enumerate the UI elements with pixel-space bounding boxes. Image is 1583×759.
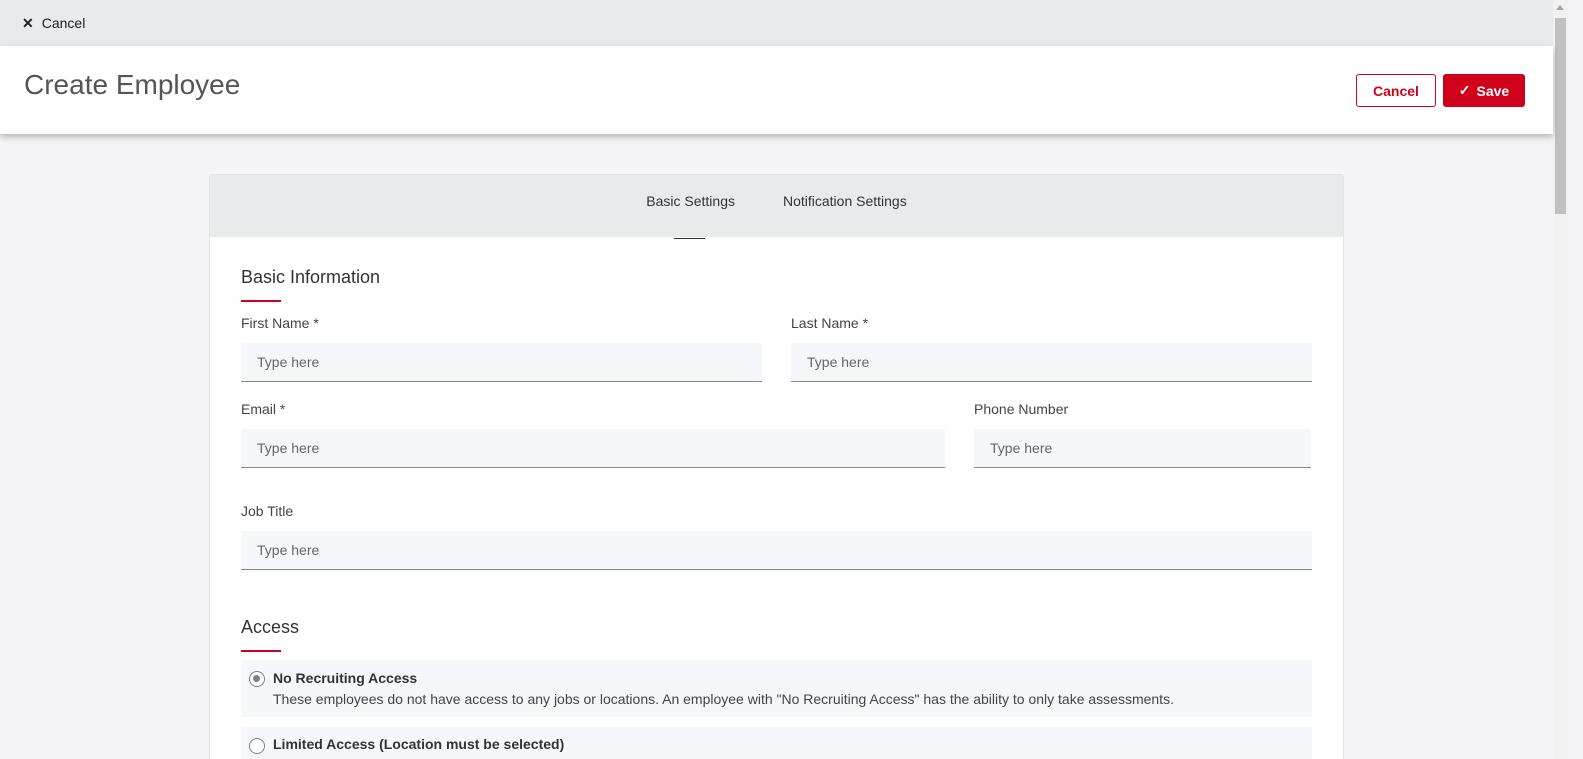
access-heading: Access — [241, 617, 300, 652]
scroll-up-arrow-icon[interactable] — [1556, 5, 1564, 10]
email-label: Email * — [241, 401, 286, 417]
save-button[interactable]: ✓ Save — [1443, 74, 1525, 107]
tab-basic-settings[interactable]: Basic Settings — [646, 193, 735, 239]
basic-information-heading: Basic Information — [241, 267, 381, 302]
email-input[interactable] — [241, 429, 945, 468]
last-name-input[interactable] — [791, 343, 1312, 382]
top-cancel-label: Cancel — [41, 15, 86, 31]
last-name-label: Last Name * — [791, 315, 869, 331]
cancel-button[interactable]: Cancel — [1356, 74, 1436, 107]
radio-no-recruiting-access[interactable] — [249, 671, 265, 687]
job-title-input[interactable] — [241, 531, 1312, 570]
scrollbar-thumb[interactable] — [1555, 18, 1566, 214]
check-icon: ✓ — [1458, 82, 1471, 98]
tab-notification-settings[interactable]: Notification Settings — [783, 193, 907, 221]
employee-form-card: Basic Settings Notification Settings Bas… — [209, 174, 1344, 759]
phone-number-label: Phone Number — [974, 401, 1069, 417]
radio-limited-access[interactable] — [249, 738, 265, 754]
first-name-input[interactable] — [241, 343, 762, 382]
job-title-label: Job Title — [241, 503, 294, 519]
top-cancel-link[interactable]: ✕ Cancel — [22, 15, 85, 32]
top-bar: ✕ Cancel — [0, 0, 1553, 46]
phone-number-input[interactable] — [974, 429, 1311, 468]
close-icon: ✕ — [22, 14, 34, 31]
first-name-label: First Name * — [241, 315, 319, 331]
access-option-limited[interactable]: Limited Access (Location must be selecte… — [241, 727, 1312, 759]
page-header: Create Employee Cancel ✓ Save — [0, 46, 1553, 134]
tab-bar: Basic Settings Notification Settings — [210, 175, 1343, 239]
no-recruiting-access-title: No Recruiting Access — [273, 670, 418, 686]
no-recruiting-access-description: These employees do not have access to an… — [273, 691, 1174, 707]
cancel-button-label: Cancel — [1373, 82, 1419, 99]
save-button-label: Save — [1476, 82, 1510, 99]
limited-access-title: Limited Access (Location must be selecte… — [273, 736, 565, 752]
access-option-no-recruiting[interactable]: No Recruiting Access These employees do … — [241, 660, 1312, 717]
page-title: Create Employee — [24, 69, 241, 100]
